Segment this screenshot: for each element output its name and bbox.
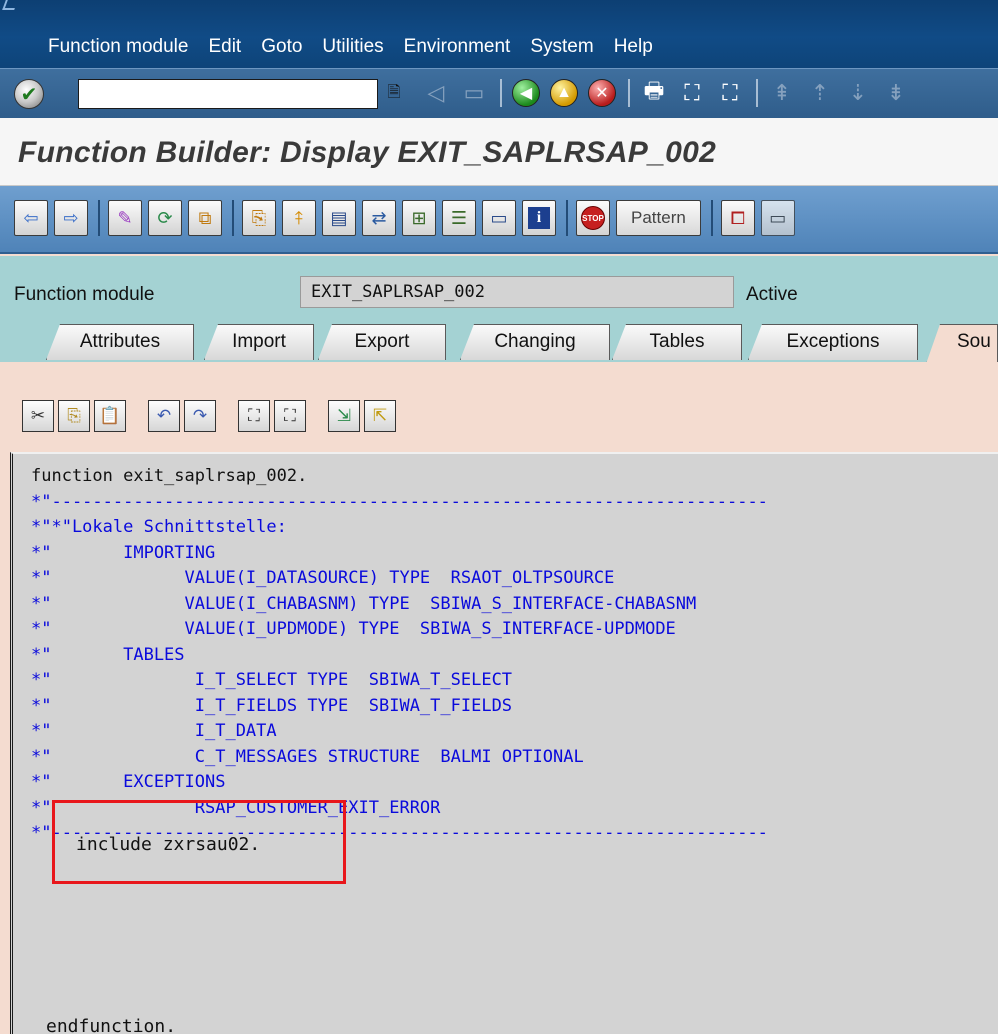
menu-help[interactable]: Help [614,36,653,58]
code-line-endfunction: endfunction. [46,1016,177,1034]
status-text: Active [746,284,798,305]
code-comment-line: *" TABLES [31,644,185,665]
code-comment-line: *" VALUE(I_CHABASNM) TYPE SBIWA_S_INTERF… [31,593,697,614]
find-icon[interactable]: ⛶ [676,77,708,109]
editor-area: ✂ ⎘ 📋 ↶ ↷ ⛶ ⛶ ⇲ ⇱ function exit_saplrsap… [0,362,998,1034]
editor-toolbar: ✂ ⎘ 📋 ↶ ↷ ⛶ ⛶ ⇲ ⇱ [22,400,400,432]
pretty-printer-icon[interactable]: ⧠ [720,200,755,236]
menu-bar: Function module Edit Goto Utilities Envi… [0,0,998,68]
tab-attributes[interactable]: Attributes [46,324,194,360]
breakpoint-icon[interactable]: STOP [576,200,610,236]
test-icon[interactable]: ⎘ [242,200,276,236]
where-used-icon[interactable]: ⤉ [282,200,316,236]
code-text: function exit_saplrsap_002. *"----------… [31,464,768,847]
toolbar-separator [232,200,234,236]
upload-icon[interactable]: ⇲ [328,400,360,432]
page-title: Function Builder: Display EXIT_SAPLRSAP_… [18,136,717,169]
command-history-icon[interactable]: 🗎 [382,81,406,107]
code-comment-line: *"*"Lokale Schnittstelle: [31,517,287,537]
more-icon[interactable]: ▭ [760,200,795,236]
toolbar-separator [566,200,568,236]
download-icon[interactable]: ⇱ [364,400,396,432]
exit-icon[interactable]: ▲ [548,77,580,109]
application-icons: ⇦ ⇨ ✎ ⟳ ⧉ ⎘ ⤉ ▤ ⇄ ⊞ ☰ ▭ i STOP Pattern ⧠… [14,200,801,236]
code-comment-line: *" IMPORTING [31,542,216,563]
navigation-window-icon[interactable]: ⇄ [362,200,396,236]
print-icon[interactable]: 🖶 [638,77,670,109]
menu-utilities[interactable]: Utilities [322,36,383,58]
paste-icon[interactable]: 📋 [94,400,126,432]
tab-exceptions[interactable]: Exceptions [748,324,918,360]
check-icon[interactable]: ⟳ [148,200,182,236]
hierarchy-icon[interactable]: ⊞ [402,200,436,236]
enter-icon[interactable]: ✔ [14,79,44,109]
menu-system[interactable]: System [530,36,593,58]
menu-goto[interactable]: Goto [261,36,302,58]
pattern-button[interactable]: Pattern [616,200,701,236]
previous-page-icon[interactable]: ⇡ [804,77,836,109]
copy-icon[interactable]: ⎘ [58,400,90,432]
previous-object-icon[interactable]: ⇦ [14,200,48,236]
first-page-icon[interactable]: ⇞ [766,77,798,109]
source-code-editor[interactable]: function exit_saplrsap_002. *"----------… [10,452,998,1034]
display-object-list-icon[interactable]: ▤ [322,200,356,236]
function-module-header: Function module EXIT_SAPLRSAP_002 Active [0,256,998,320]
system-toolbar: ✔ 🗎 ◁ ▭ ◀ ▲ ✕ 🖶 ⛶ ⛶ ⇞ ⇡ ⇣ ⇟ [0,68,998,118]
next-page-icon[interactable]: ⇣ [842,77,874,109]
toolbar-separator [500,79,502,107]
info-icon[interactable]: i [522,200,556,236]
code-comment-line: *" I_T_DATA [31,721,277,741]
tab-export[interactable]: Export [318,324,446,360]
command-field[interactable] [78,79,378,109]
function-module-label: Function module [14,284,155,305]
tab-tables[interactable]: Tables [612,324,742,360]
menu-items: Function module Edit Goto Utilities Envi… [48,36,673,58]
back-icon[interactable]: ◁ [420,77,452,109]
code-comment-line: *" EXCEPTIONS [31,772,226,792]
window-corner-icon [2,0,18,10]
code-comment-line: *" VALUE(I_DATASOURCE) TYPE RSAOT_OLTPSO… [31,568,615,588]
documentation-icon[interactable]: ▭ [482,200,516,236]
code-comment-line: *" I_T_FIELDS TYPE SBIWA_T_FIELDS [31,695,513,716]
code-comment-line: *" I_T_SELECT TYPE SBIWA_T_SELECT [31,670,513,690]
code-comment-line: *" C_T_MESSAGES STRUCTURE BALMI OPTIONAL [31,746,584,767]
application-toolbar: ⇦ ⇨ ✎ ⟳ ⧉ ⎘ ⤉ ▤ ⇄ ⊞ ☰ ▭ i STOP Pattern ⧠… [0,186,998,254]
toolbar-separator [710,200,713,236]
title-bar: Function Builder: Display EXIT_SAPLRSAP_… [0,118,998,186]
tab-strip: Attributes Import Export Changing Tables… [0,320,998,364]
redo-icon[interactable]: ↷ [184,400,216,432]
toolbar-separator [628,79,630,107]
menu-environment[interactable]: Environment [404,36,511,58]
display-change-icon[interactable]: ✎ [108,200,142,236]
back-green-icon[interactable]: ◀ [510,77,542,109]
last-page-icon[interactable]: ⇟ [880,77,912,109]
toolbar-separator [756,79,758,107]
find-icon[interactable]: ⛶ [238,400,270,432]
find-next-icon[interactable]: ⛶ [274,400,306,432]
code-comment-line: *" VALUE(I_UPDMODE) TYPE SBIWA_S_INTERFA… [31,619,676,639]
find-next-icon[interactable]: ⛶ [714,77,746,109]
code-line-function: function exit_saplrsap_002. [31,466,308,486]
save-icon[interactable]: ▭ [458,77,490,109]
code-comment-line: *"--------------------------------------… [31,491,768,512]
menu-function-module[interactable]: Function module [48,36,188,58]
enhancement-icon[interactable]: ☰ [442,200,476,236]
activate-icon[interactable]: ⧉ [188,200,222,236]
toolbar-separator [98,200,100,236]
tab-source-code[interactable]: Sou [926,324,998,364]
code-line-include: include zxrsau02. [76,834,261,855]
tab-import[interactable]: Import [204,324,314,360]
cut-icon[interactable]: ✂ [22,400,54,432]
next-object-icon[interactable]: ⇨ [54,200,88,236]
menu-edit[interactable]: Edit [208,36,241,58]
system-icons: ◁ ▭ ◀ ▲ ✕ 🖶 ⛶ ⛶ ⇞ ⇡ ⇣ ⇟ [420,77,918,109]
undo-icon[interactable]: ↶ [148,400,180,432]
function-module-field[interactable]: EXIT_SAPLRSAP_002 [300,276,734,308]
cancel-icon[interactable]: ✕ [586,77,618,109]
tab-changing[interactable]: Changing [460,324,610,360]
